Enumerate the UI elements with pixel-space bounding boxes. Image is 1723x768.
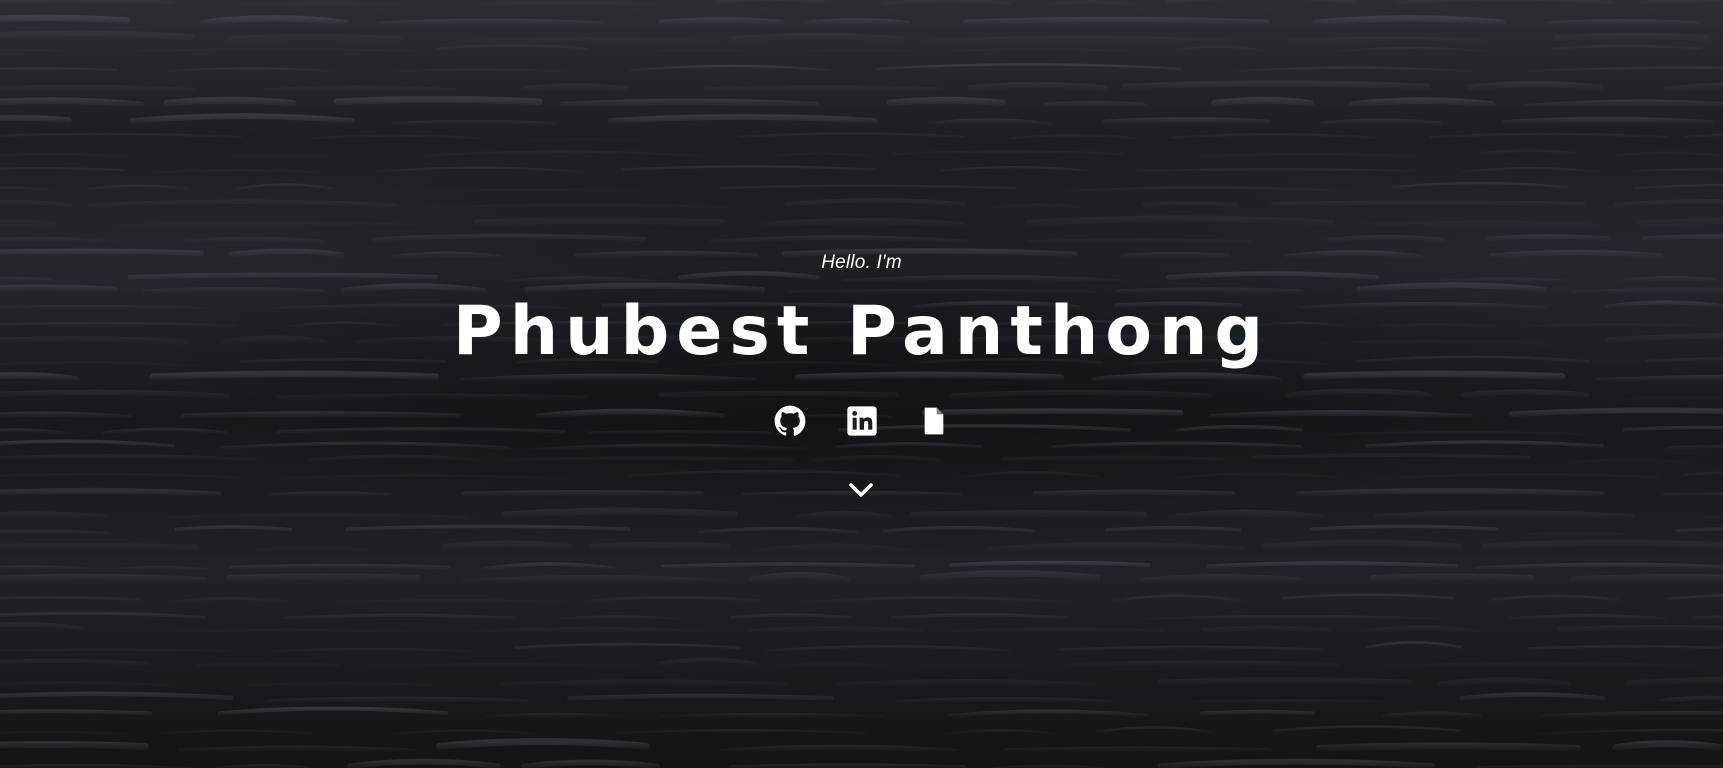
scroll-down-button[interactable] <box>846 478 876 502</box>
social-links <box>0 405 1723 437</box>
hero-section: Hello. I'm Phubest Panthong <box>0 0 1723 768</box>
github-icon <box>774 405 805 436</box>
github-link[interactable] <box>774 405 806 437</box>
document-icon <box>924 407 943 435</box>
page-title: Phubest Panthong <box>452 292 1271 371</box>
linkedin-icon <box>846 406 877 436</box>
linkedin-link[interactable] <box>846 405 878 437</box>
resume-link[interactable] <box>918 405 950 437</box>
hero-content: Hello. I'm Phubest Panthong <box>0 0 1723 768</box>
chevron-down-icon <box>849 483 873 497</box>
greeting-text: Hello. I'm <box>821 252 902 273</box>
